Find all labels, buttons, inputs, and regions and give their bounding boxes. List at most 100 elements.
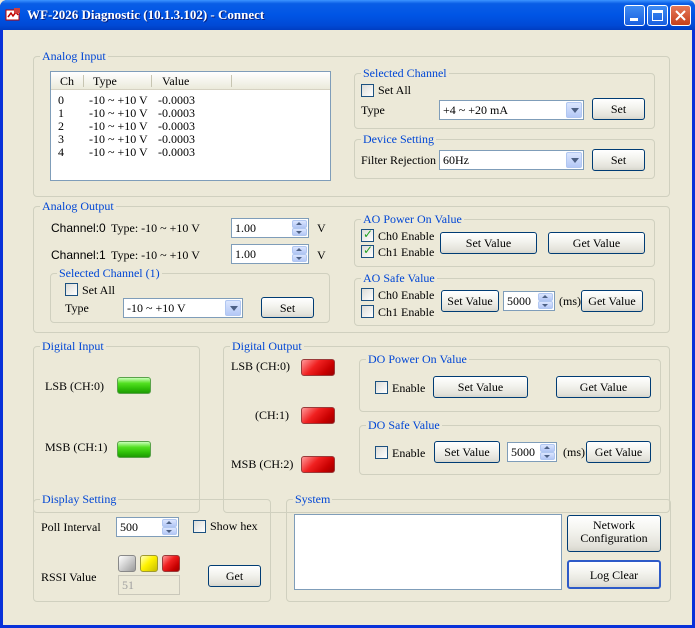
do-poweron-enable-checkbox[interactable] (375, 381, 388, 394)
digital-output-label: Digital Output (230, 339, 304, 353)
spin-up-icon[interactable] (538, 293, 553, 301)
set-type-button[interactable]: Set (592, 98, 645, 120)
ao-ch0-value-input[interactable]: 1.00 (231, 218, 309, 238)
ao-ch1-label: Channel:1 (51, 248, 106, 262)
filter-select-value: 60Hz (443, 153, 469, 167)
type-select[interactable]: +4 ~ +20 mA (439, 100, 584, 120)
ao-safe-ch1-checkbox[interactable] (361, 305, 374, 318)
spin-up-icon[interactable] (540, 444, 555, 452)
cell-value: -0.0003 (158, 145, 195, 159)
do-safe-get-value-button[interactable]: Get Value (586, 441, 651, 463)
di-ch1-led (117, 441, 151, 458)
spin-down-icon[interactable] (162, 527, 177, 535)
close-button[interactable] (670, 5, 691, 26)
ao-ch1-value-input[interactable]: 1.00 (231, 244, 309, 264)
display-setting-label: Display Setting (40, 492, 119, 506)
network-label-line1: Network (593, 518, 635, 532)
rssi-label: RSSI Value (41, 570, 97, 584)
rssi-value: 51 (122, 578, 134, 592)
rssi-get-button[interactable]: Get (208, 565, 261, 587)
show-hex-checkbox[interactable] (193, 520, 206, 533)
ao-safe-timeout-input[interactable]: 5000 (503, 291, 555, 311)
selected-channel-label: Selected Channel (361, 66, 449, 80)
ao-set-all-checkbox[interactable] (65, 283, 78, 296)
ao-ch1-unit: V (317, 248, 326, 262)
spin-buttons[interactable] (540, 444, 555, 460)
do-power-on-label: DO Power On Value (366, 352, 469, 366)
set-all-checkbox[interactable] (361, 84, 374, 97)
poll-interval-label: Poll Interval (41, 520, 101, 534)
network-configuration-button[interactable]: Network Configuration (567, 515, 661, 552)
col-ch[interactable]: Ch (60, 74, 74, 89)
ao-poweron-ch0-checkbox[interactable] (361, 227, 374, 242)
do-safe-timeout-value: 5000 (511, 445, 535, 459)
filter-rejection-label: Filter Rejection (361, 153, 436, 167)
chevron-down-icon[interactable] (566, 102, 582, 118)
filter-select[interactable]: 60Hz (439, 150, 584, 170)
device-setting-label: Device Setting (361, 132, 436, 146)
do-safe-enable-label: Enable (392, 446, 426, 460)
app-window: WF-2026 Diagnostic (10.1.3.102) - Connec… (0, 0, 695, 628)
analog-input-list[interactable]: Ch Type Value 0 -10 ~ +10 V -0.0003 1 -1… (50, 71, 331, 181)
chevron-down-icon[interactable] (566, 152, 582, 168)
show-hex-label: Show hex (210, 519, 258, 533)
minimize-button[interactable] (624, 5, 645, 26)
ao-type-label: Type (65, 301, 89, 315)
analog-input-label: Analog Input (40, 49, 108, 63)
ao-safe-set-value-button[interactable]: Set Value (441, 290, 499, 312)
maximize-button[interactable] (647, 5, 668, 26)
ao-ch0-type: Type: -10 ~ +10 V (111, 221, 200, 235)
do-ch2-led[interactable] (301, 456, 335, 473)
spin-up-icon[interactable] (292, 220, 307, 228)
ao-poweron-get-value-button[interactable]: Get Value (548, 232, 645, 254)
spin-down-icon[interactable] (540, 452, 555, 460)
do-ch0-led[interactable] (301, 359, 335, 376)
ao-set-button[interactable]: Set (261, 297, 314, 318)
do-ch1-led[interactable] (301, 407, 335, 424)
col-separator (83, 75, 84, 87)
spin-down-icon[interactable] (292, 254, 307, 262)
col-value[interactable]: Value (162, 74, 189, 89)
log-clear-button[interactable]: Log Clear (567, 560, 661, 589)
spin-buttons[interactable] (538, 293, 553, 309)
ao-type-select[interactable]: -10 ~ +10 V (123, 298, 243, 318)
di-lsb-label: LSB (CH:0) (45, 379, 105, 393)
ao-ch0-label: Channel:0 (51, 221, 106, 235)
ao-poweron-set-value-button[interactable]: Set Value (440, 232, 537, 254)
network-label-line2: Configuration (580, 531, 648, 545)
system-label: System (293, 492, 333, 506)
ao-ch0-value: 1.00 (235, 221, 256, 235)
spin-buttons[interactable] (162, 519, 177, 535)
ao-safe-get-value-button[interactable]: Get Value (581, 290, 643, 312)
col-separator (231, 75, 232, 87)
system-log-textarea[interactable] (294, 514, 562, 590)
spin-up-icon[interactable] (162, 519, 177, 527)
do-safe-enable-checkbox[interactable] (375, 446, 388, 459)
list-header: Ch Type Value (51, 72, 330, 90)
ao-safe-ch0-checkbox[interactable] (361, 288, 374, 301)
do-safe-set-value-button[interactable]: Set Value (434, 441, 500, 463)
do-poweron-get-value-button[interactable]: Get Value (556, 376, 651, 398)
digital-input-group: Digital Input (33, 339, 200, 513)
spin-up-icon[interactable] (292, 246, 307, 254)
col-type[interactable]: Type (93, 74, 117, 89)
ao-power-on-label: AO Power On Value (361, 212, 464, 226)
col-separator (151, 75, 152, 87)
type-label: Type (361, 103, 385, 117)
do-safe-timeout-input[interactable]: 5000 (507, 442, 557, 462)
chevron-down-icon[interactable] (225, 300, 241, 316)
table-row[interactable]: 4 -10 ~ +10 V -0.0003 (51, 146, 330, 159)
spin-down-icon[interactable] (538, 301, 553, 309)
poll-interval-input[interactable]: 500 (116, 517, 179, 537)
poll-interval-value: 500 (120, 520, 138, 534)
ao-poweron-ch1-checkbox[interactable] (361, 243, 374, 258)
ao-ch0-unit: V (317, 221, 326, 235)
spin-down-icon[interactable] (292, 228, 307, 236)
type-select-value: +4 ~ +20 mA (443, 103, 509, 117)
title-bar[interactable]: WF-2026 Diagnostic (10.1.3.102) - Connec… (0, 0, 695, 30)
maximize-icon (652, 10, 663, 21)
do-poweron-set-value-button[interactable]: Set Value (433, 376, 528, 398)
spin-buttons[interactable] (292, 220, 307, 236)
set-filter-button[interactable]: Set (592, 149, 645, 171)
spin-buttons[interactable] (292, 246, 307, 262)
